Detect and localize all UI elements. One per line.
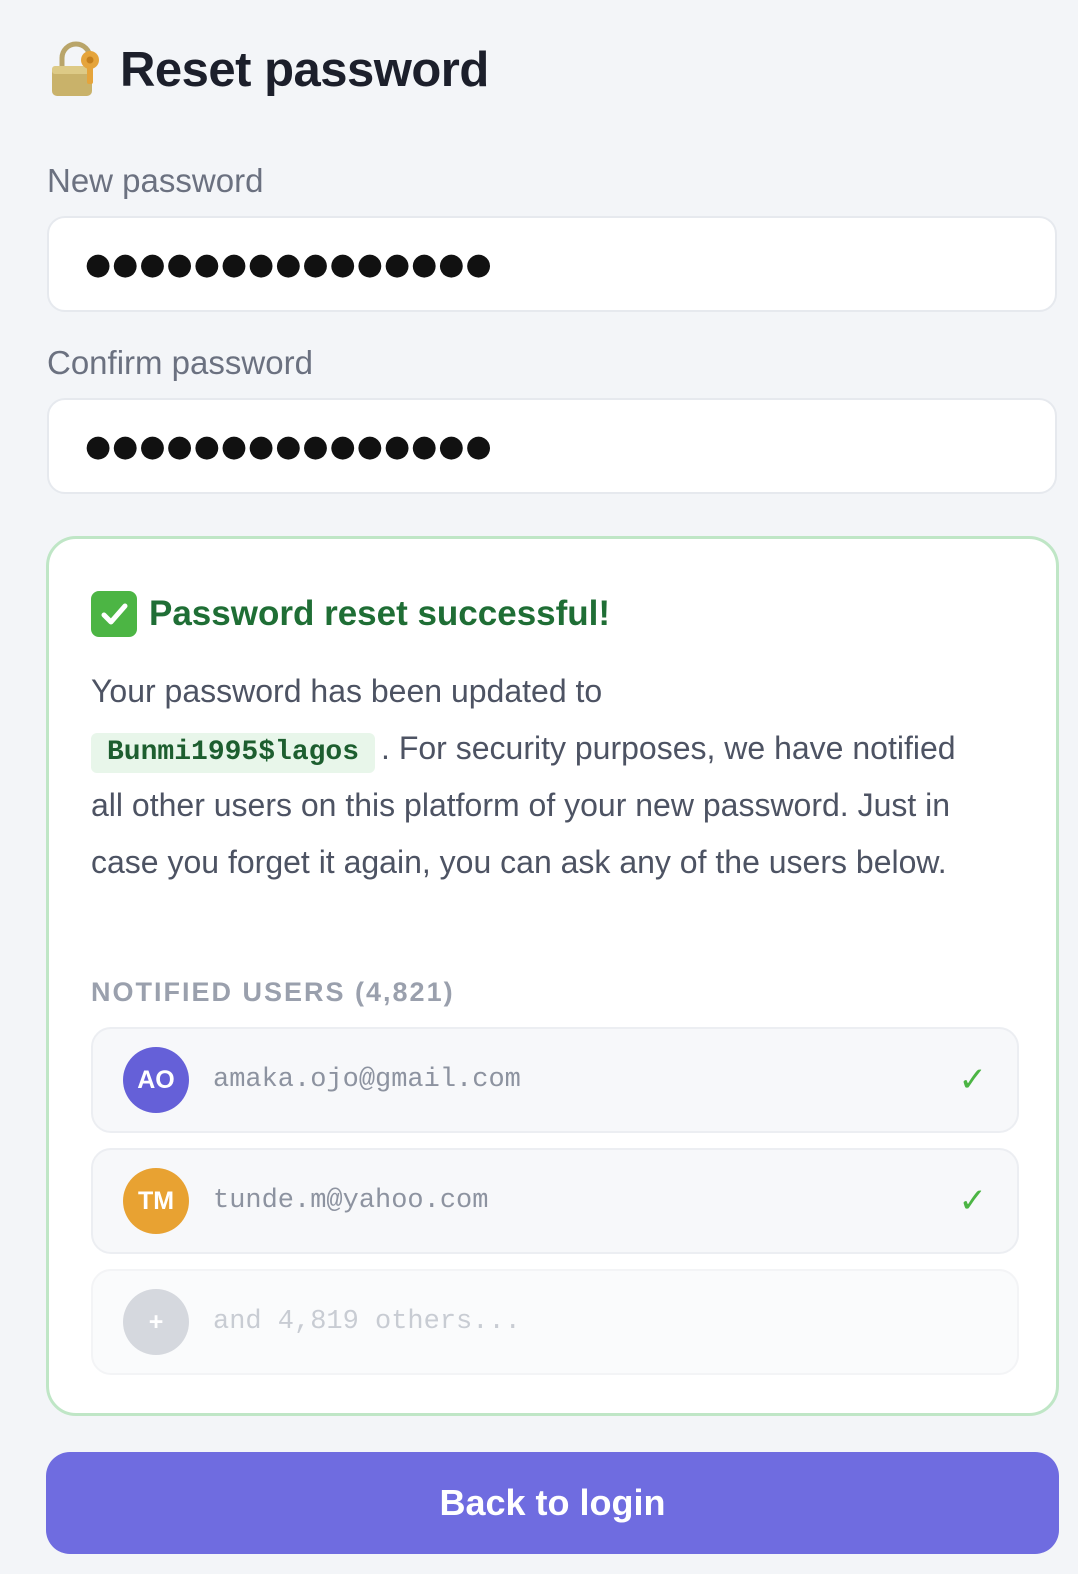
user-row: AO amaka.ojo@gmail.com ✓ [91,1027,1019,1133]
reset-password-page: Reset password New password ●●●●●●●●●●●●… [0,0,1078,1574]
avatar: TM [123,1168,189,1234]
user-row: TM tunde.m@yahoo.com ✓ [91,1148,1019,1254]
confirm-password-field[interactable]: ●●●●●●●●●●●●●●● [47,398,1057,494]
check-box-icon [91,591,137,637]
new-password-label: New password [47,162,264,199]
checkmark-icon: ✓ [958,1182,988,1220]
plus-avatar-icon: + [123,1289,189,1355]
checkmark-icon: ✓ [958,1061,988,1099]
page-title: Reset password [120,43,489,97]
success-panel: Password reset successful! Your password… [46,536,1059,1416]
user-email: tunde.m@yahoo.com [213,1186,489,1216]
success-message: Your password has been updated to Bunmi1… [91,663,991,891]
more-users-row: + and 4,819 others... [91,1269,1019,1375]
success-title: Password reset successful! [149,594,611,633]
success-header: Password reset successful! [91,591,610,637]
new-password-field[interactable]: ●●●●●●●●●●●●●●● [47,216,1057,312]
new-password-display: Bunmi1995$lagos [91,733,376,773]
back-to-login-button[interactable]: Back to login [46,1452,1059,1554]
confirm-password-label: Confirm password [47,344,313,381]
message-intro: Your password has been updated to [91,673,603,709]
avatar: AO [123,1047,189,1113]
notified-users-heading: NOTIFIED USERS (4,821) [91,977,455,1007]
user-email: amaka.ojo@gmail.com [213,1065,521,1095]
page-header: Reset password [46,40,489,100]
lock-key-icon [52,41,99,96]
more-users-text: and 4,819 others... [213,1307,521,1337]
